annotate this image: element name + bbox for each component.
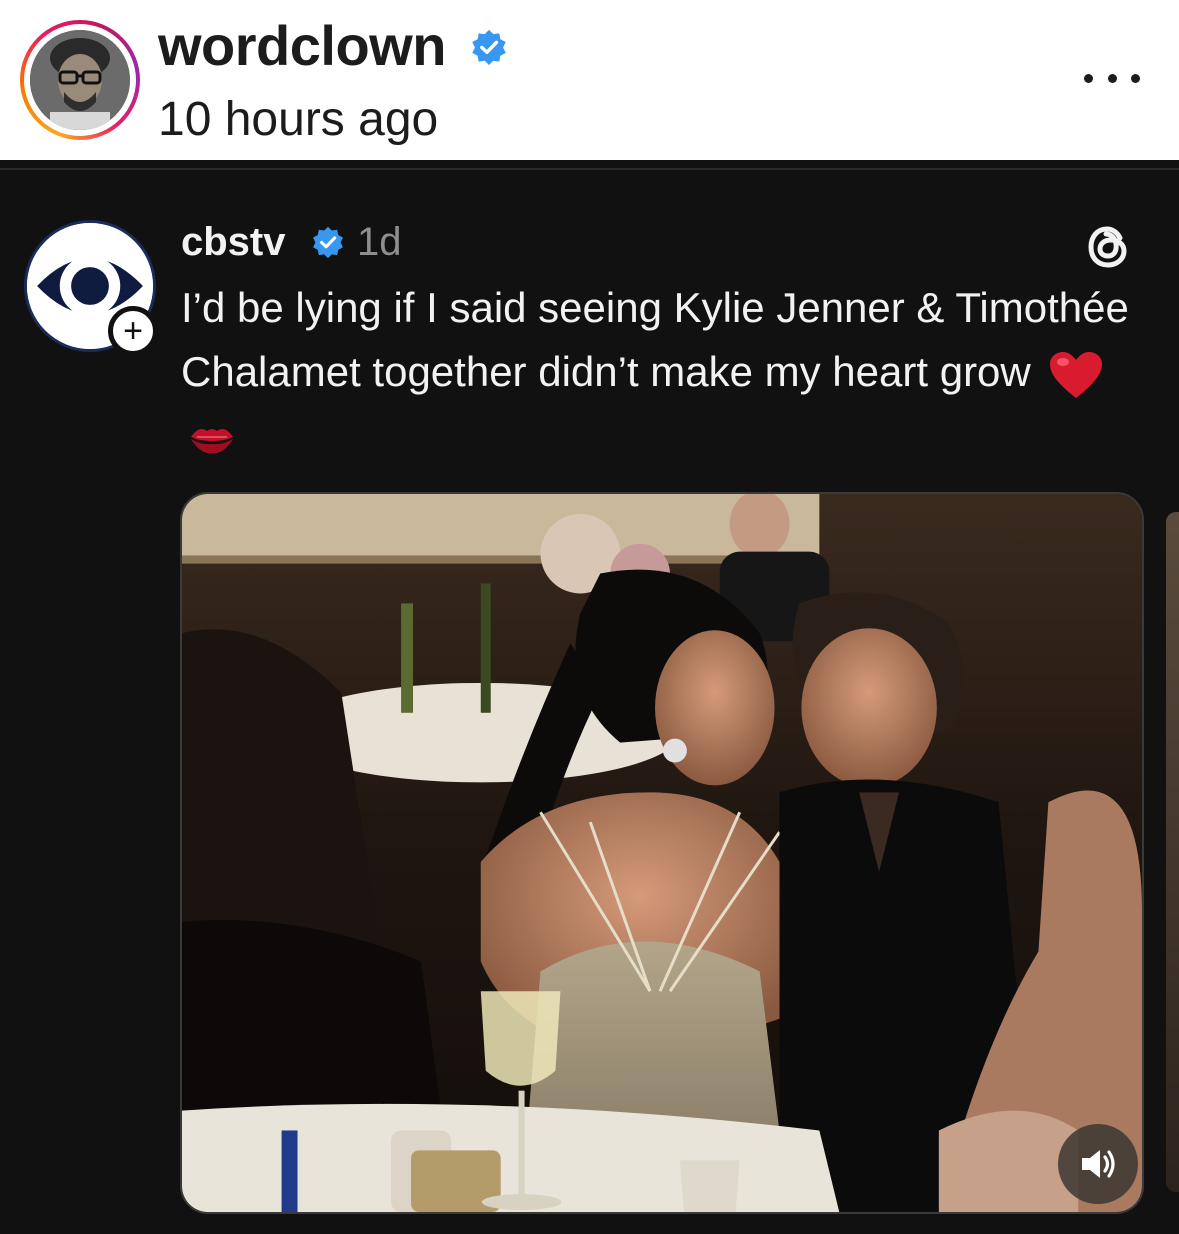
caption-text: I’d be lying if I said seeing Kylie Jenn… — [181, 284, 1129, 395]
speaker-icon — [1082, 1150, 1115, 1178]
post-photo[interactable] — [180, 492, 1144, 1214]
verified-badge-icon — [313, 226, 343, 259]
more-horizontal-icon — [1084, 73, 1093, 83]
plus-icon: + — [123, 312, 143, 350]
threads-username[interactable]: cbstv — [181, 218, 286, 266]
post-timestamp: 10 hours ago — [158, 93, 439, 146]
verified-badge-icon — [472, 29, 506, 66]
threads-logo-icon[interactable] — [1082, 220, 1136, 274]
photo-illustration — [182, 494, 1142, 1212]
sound-toggle-button[interactable] — [1058, 1124, 1138, 1204]
more-dot — [1107, 73, 1117, 83]
threads-post-age: 1d — [357, 220, 402, 264]
avatar-photo-icon — [30, 30, 130, 130]
story-ring[interactable] — [20, 20, 140, 140]
post-caption: I’d be lying if I said seeing Kylie Jenn… — [181, 276, 1141, 468]
red-heart-emoji-icon — [1050, 351, 1103, 398]
follow-button[interactable]: + — [108, 306, 158, 356]
kiss-mark-emoji-icon — [191, 428, 233, 454]
more-options-button[interactable] — [1080, 60, 1144, 96]
username[interactable]: wordclown — [158, 14, 446, 78]
next-image-preview[interactable] — [1166, 512, 1179, 1192]
avatar-border — [24, 24, 136, 136]
more-dot — [1131, 73, 1140, 83]
post-header: wordclown 10 hours ago — [0, 0, 1179, 160]
divider — [0, 168, 1179, 170]
avatar[interactable] — [30, 30, 130, 130]
